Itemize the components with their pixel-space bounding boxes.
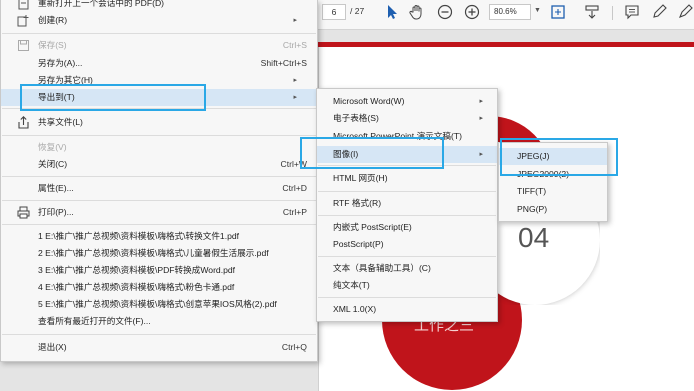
menu-divider [318, 215, 496, 216]
menu-divider [2, 224, 316, 225]
hand-tool-icon[interactable] [408, 3, 426, 21]
page-number-input[interactable]: 6 [322, 4, 346, 20]
highlight-icon[interactable] [676, 3, 694, 21]
zoom-dropdown-icon[interactable]: ▼ [534, 7, 541, 14]
scroll-mode-icon[interactable] [583, 3, 601, 21]
export-submenu: Microsoft Word(W) ▸ 电子表格(S) ▸ Microsoft … [316, 88, 498, 322]
menu-divider [2, 200, 316, 201]
select-cursor-icon[interactable] [383, 3, 401, 21]
file-menu: 重新打开上一个会话中的 PDF(D) 创建(R) ▸ 保存(S) Ctrl+S … [0, 0, 318, 362]
submenu-arrow-icon: ▸ [293, 17, 297, 24]
zoom-out-icon[interactable] [436, 3, 454, 21]
menu-item-view-all-recent[interactable]: 查看所有最近打开的文件(F)... [1, 313, 317, 330]
menu-item-close[interactable]: 关闭(C) Ctrl+W [1, 156, 317, 173]
menu-divider [318, 297, 496, 298]
page-total: / 27 [350, 6, 365, 16]
export-item-word[interactable]: Microsoft Word(W) ▸ [317, 93, 497, 110]
export-item-plain-text[interactable]: 纯文本(T) [317, 277, 497, 294]
recent-file-item[interactable]: 5 E:\推广\推广总视频\资料模板\嗨格式\创意苹果IOS风格(2).pdf [1, 296, 317, 313]
share-icon [18, 116, 29, 129]
menu-divider [2, 176, 316, 177]
export-item-rtf[interactable]: RTF 格式(R) [317, 195, 497, 212]
recent-file-item[interactable]: 3 E:\推广\推广总视频\资料模板\PDF转换成Word.pdf [1, 262, 317, 279]
pen-icon[interactable] [650, 3, 668, 21]
menu-divider [318, 191, 496, 192]
submenu-arrow-icon: ▸ [479, 115, 483, 122]
menu-divider [2, 33, 316, 34]
fit-page-icon[interactable] [549, 3, 567, 21]
printer-icon [17, 206, 30, 219]
export-item-html[interactable]: HTML 网页(H) [317, 170, 497, 187]
recent-file-item[interactable]: 1 E:\推广\推广总视频\资料模板\嗨格式\转换文件1.pdf [1, 228, 317, 245]
export-item-xml[interactable]: XML 1.0(X) [317, 301, 497, 318]
reopen-icon [18, 0, 29, 10]
menu-item-revert[interactable]: 恢复(V) [1, 139, 317, 156]
menu-item-save[interactable]: 保存(S) Ctrl+S [1, 37, 317, 54]
submenu-arrow-icon: ▸ [479, 98, 483, 105]
menu-divider [2, 334, 316, 335]
recent-file-item[interactable]: 4 E:\推广\推广总视频\资料模板\嗨格式\粉色卡通.pdf [1, 279, 317, 296]
export-item-spreadsheet[interactable]: 电子表格(S) ▸ [317, 110, 497, 127]
zoom-in-icon[interactable] [463, 3, 481, 21]
comment-icon[interactable] [623, 3, 641, 21]
callout-export-to [20, 84, 206, 111]
callout-jpeg [500, 138, 618, 176]
menu-item-share[interactable]: 共享文件(L) [1, 114, 317, 131]
recent-file-item[interactable]: 2 E:\推广\推广总视频\资料模板\嗨格式\儿童暑假生活展示.pdf [1, 245, 317, 262]
zoom-level-input[interactable]: 80.6% [489, 4, 531, 20]
callout-image [300, 137, 444, 169]
toolbar-divider [612, 6, 613, 20]
submenu-arrow-icon: ▸ [293, 77, 297, 84]
menu-item-reopen-session[interactable]: 重新打开上一个会话中的 PDF(D) [1, 0, 317, 12]
section-number: 04 [518, 222, 550, 253]
menu-item-save-as[interactable]: 另存为(A)... Shift+Ctrl+S [1, 55, 317, 72]
submenu-arrow-icon: ▸ [479, 151, 483, 158]
export-item-eps[interactable]: 内嵌式 PostScript(E) [317, 219, 497, 236]
menu-item-exit[interactable]: 退出(X) Ctrl+Q [1, 339, 317, 356]
submenu-arrow-icon: ▸ [293, 94, 297, 101]
menu-item-create[interactable]: 创建(R) ▸ [1, 12, 317, 29]
menu-divider [2, 135, 316, 136]
image-item-png[interactable]: PNG(P) [499, 201, 607, 218]
image-item-tiff[interactable]: TIFF(T) [499, 183, 607, 200]
page-header-bar [318, 42, 694, 47]
create-icon [17, 15, 29, 27]
menu-item-print[interactable]: 打印(P)... Ctrl+P [1, 204, 317, 221]
save-icon [18, 40, 29, 51]
export-item-text-accessible[interactable]: 文本（具备辅助工具）(C) [317, 260, 497, 277]
menu-item-properties[interactable]: 属性(E)... Ctrl+D [1, 180, 317, 197]
menu-divider [318, 256, 496, 257]
export-item-postscript[interactable]: PostScript(P) [317, 236, 497, 253]
